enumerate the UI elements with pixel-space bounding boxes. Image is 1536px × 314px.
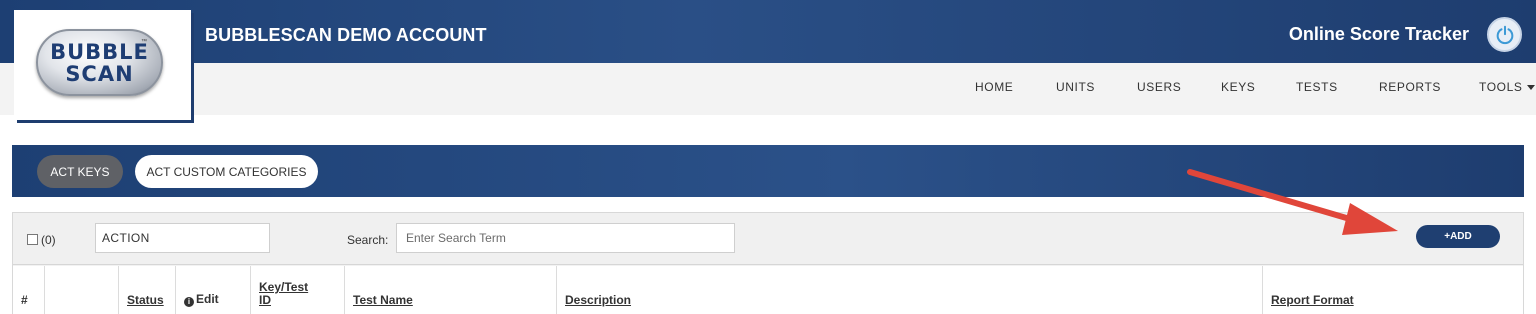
- logo-badge: BUBBLE SCAN ™: [36, 29, 163, 96]
- search-label: Search:: [347, 233, 389, 247]
- nav-tools[interactable]: TOOLS: [1479, 80, 1536, 94]
- col-edit: i Edit: [176, 266, 251, 314]
- tab-act-custom-categories[interactable]: ACT CUSTOM CATEGORIES: [135, 155, 318, 188]
- keys-panel: (0) ACTION Search: +ADD # Status iEdit K…: [12, 212, 1524, 314]
- table-header: # Status i Edit Key/Test ID Test Name Des…: [13, 266, 1523, 314]
- selected-count: (0): [41, 233, 56, 247]
- tracker-title: Online Score Tracker: [1288, 24, 1469, 44]
- col-test-name[interactable]: Test Name: [345, 266, 557, 314]
- logo-text-line1: BUBBLE: [50, 40, 149, 64]
- logo-text-line2: SCAN: [65, 62, 134, 86]
- table-toolbar: (0) ACTION Search: +ADD: [13, 213, 1523, 265]
- col-edit-label: Edit: [196, 292, 219, 306]
- action-select[interactable]: ACTION: [95, 223, 270, 253]
- account-name: BUBBLESCAN DEMO ACCOUNT: [205, 25, 487, 45]
- main-nav: HOME UNITS USERS KEYS TESTS REPORTS TOOL…: [0, 63, 1536, 115]
- top-header: BUBBLESCAN DEMO ACCOUNT Online Score Tra…: [0, 0, 1536, 63]
- power-icon: [1496, 25, 1513, 44]
- logo-trademark: ™: [141, 39, 147, 45]
- add-button[interactable]: +ADD: [1416, 225, 1500, 248]
- col-report-format-label: Report Format: [1271, 293, 1354, 307]
- tab-band: ACT KEYS ACT CUSTOM CATEGORIES: [12, 145, 1524, 197]
- nav-units[interactable]: UNITS: [1056, 80, 1095, 94]
- page: BUBBLESCAN DEMO ACCOUNT Online Score Tra…: [0, 0, 1536, 314]
- col-status-label: Status: [127, 293, 164, 307]
- logo[interactable]: BUBBLE SCAN ™: [14, 10, 191, 120]
- col-description-label: Description: [565, 293, 632, 307]
- col-key-test-id[interactable]: Key/Test ID: [251, 266, 345, 314]
- nav-reports[interactable]: REPORTS: [1379, 80, 1441, 94]
- nav-tools-label: TOOLS: [1479, 80, 1523, 94]
- col-key-test-id-label: Key/Test ID: [259, 280, 309, 307]
- nav-keys[interactable]: KEYS: [1221, 80, 1255, 94]
- nav-home[interactable]: HOME: [975, 80, 1013, 94]
- col-status[interactable]: Status: [119, 266, 176, 314]
- col-number-label: #: [21, 293, 28, 307]
- logout-button[interactable]: [1487, 17, 1522, 52]
- col-blank: [45, 266, 119, 314]
- select-all-checkbox[interactable]: [27, 234, 38, 245]
- col-edit-content: i Edit: [184, 293, 219, 307]
- col-number: #: [13, 266, 45, 314]
- col-test-name-label: Test Name: [353, 293, 413, 307]
- nav-users[interactable]: USERS: [1137, 80, 1181, 94]
- caret-down-icon: [1527, 85, 1536, 91]
- col-description[interactable]: Description: [557, 266, 1263, 314]
- nav-tests[interactable]: TESTS: [1296, 80, 1338, 94]
- col-report-format[interactable]: Report Format: [1263, 266, 1525, 314]
- tab-act-keys[interactable]: ACT KEYS: [37, 155, 123, 188]
- info-icon: i: [184, 297, 194, 307]
- search-input[interactable]: [396, 223, 735, 253]
